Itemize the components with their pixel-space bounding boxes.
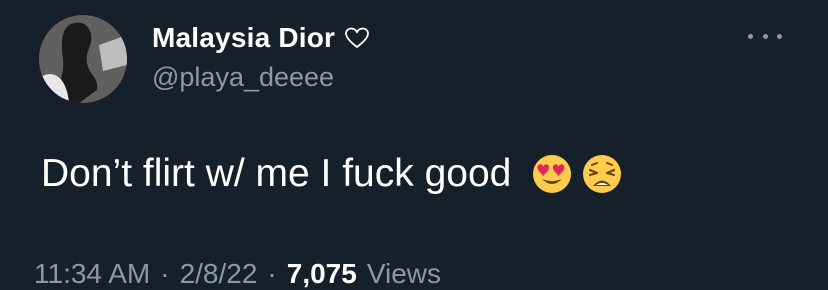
- tweet-body: Don’t flirt w/ me I fuck good: [41, 152, 623, 196]
- avatar-photo: [39, 15, 127, 103]
- dot: [777, 33, 782, 39]
- user-name-row: Malaysia Dior: [152, 22, 370, 54]
- tweet-meta: 11:34 AM · 2/8/22 · 7,075 Views: [34, 258, 441, 290]
- avatar[interactable]: [39, 15, 127, 103]
- views-count: 7,075: [286, 258, 357, 289]
- dot: [762, 33, 768, 39]
- dot: [748, 33, 753, 39]
- display-name[interactable]: Malaysia Dior: [152, 22, 335, 54]
- heart-eyes-face-emoji: [531, 153, 573, 195]
- meta-separator: ·: [267, 258, 277, 289]
- meta-separator: ·: [160, 258, 170, 289]
- tweet-text: Don’t flirt w/ me I fuck good: [41, 152, 512, 195]
- heart-outline-icon: [345, 27, 370, 49]
- tweet-card: Malaysia Dior @playa_deeee Don’t flirt w…: [0, 0, 828, 289]
- more-dots-icon[interactable]: [748, 26, 782, 46]
- user-handle[interactable]: @playa_deeee: [152, 62, 334, 93]
- tweet-time[interactable]: 11:34 AM: [34, 258, 150, 290]
- views-label: Views: [366, 258, 442, 289]
- tweet-date[interactable]: 2/8/22: [180, 258, 258, 290]
- weary-face-emoji: [581, 153, 623, 195]
